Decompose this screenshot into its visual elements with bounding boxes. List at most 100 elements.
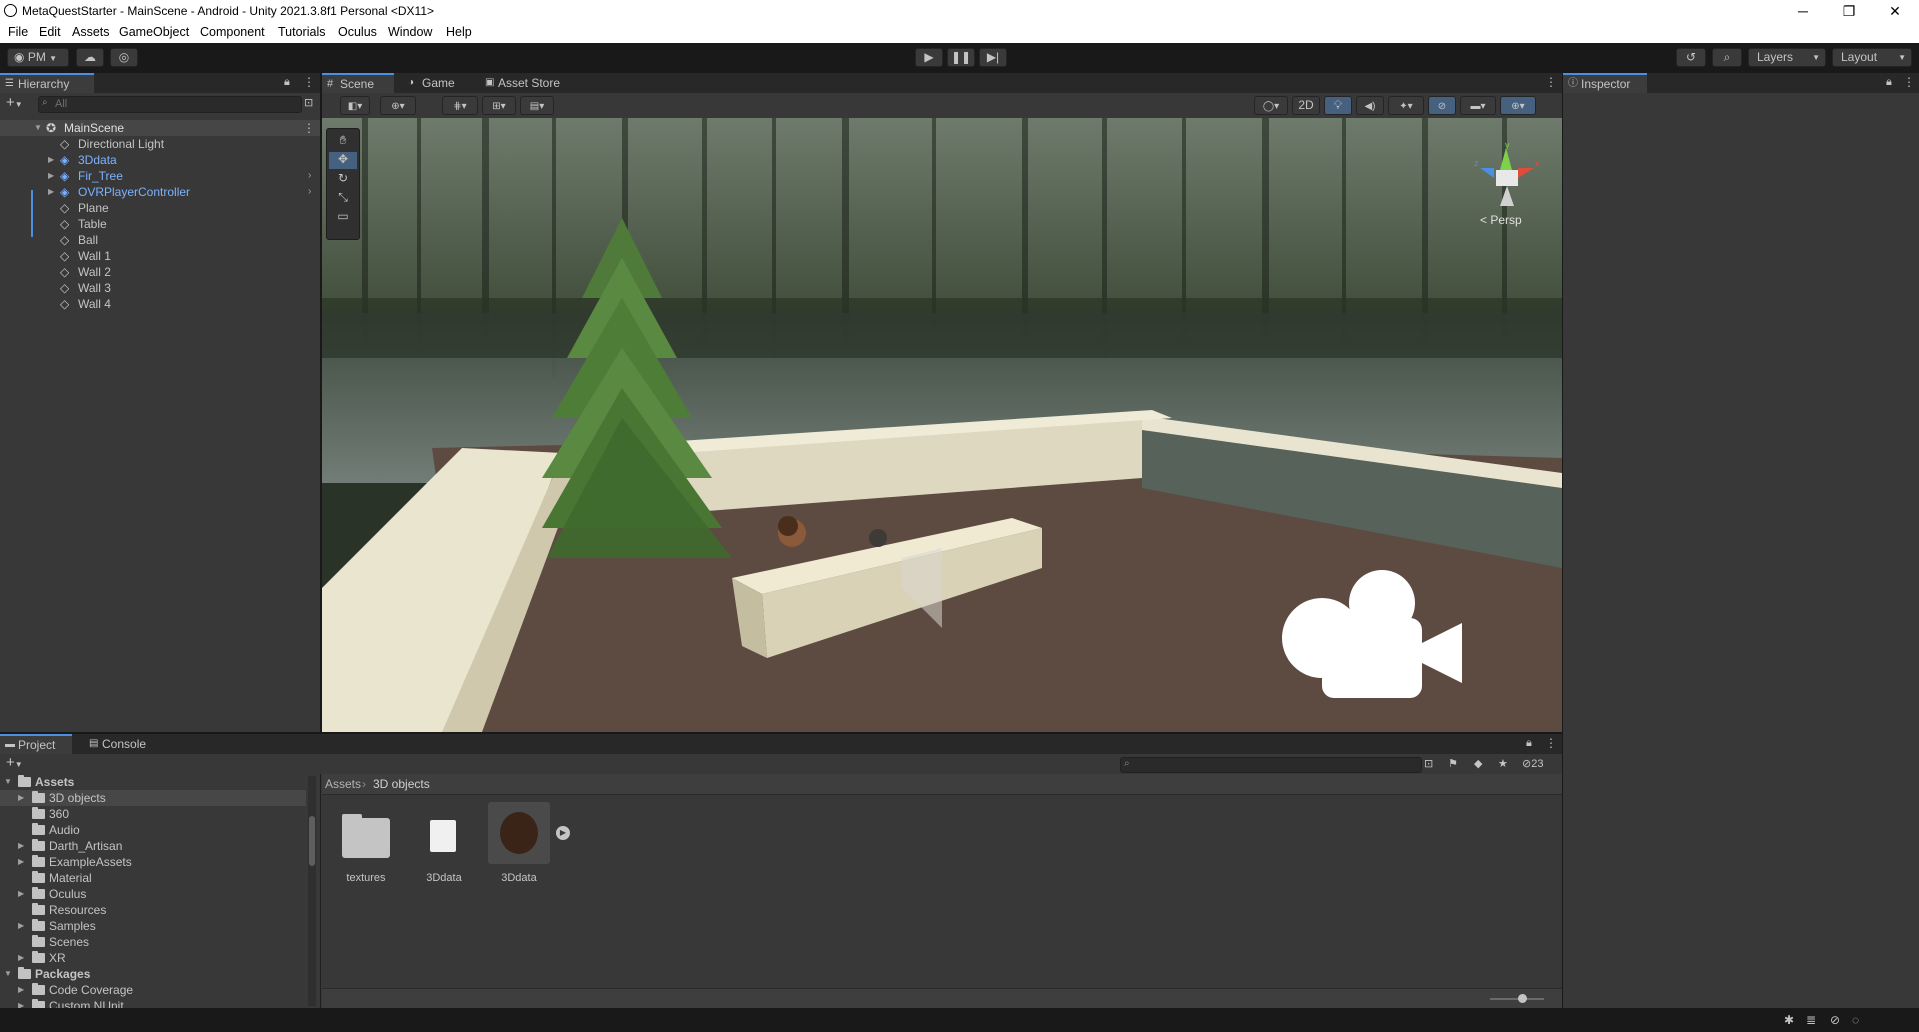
hand-tool[interactable]: ✋︎ [329,133,357,150]
pause-button[interactable]: ❚❚ [947,48,975,67]
gizmo-y-label[interactable]: y [1505,140,1510,150]
add-object-button[interactable]: +▼ [6,94,23,111]
gizmos-dropdown[interactable]: ⊕▾ [1500,96,1536,115]
layers-dropdown[interactable]: Layers ▼ [1748,48,1826,67]
more-options-icon[interactable]: ⋮ [303,75,315,89]
more-options-icon[interactable]: ⋮ [1903,75,1915,89]
more-options-icon[interactable]: ⋮ [1545,736,1557,750]
project-tree-item[interactable]: ▶ 3D objects [0,790,306,806]
minimize-button[interactable]: ─ [1781,0,1825,22]
background-task-icon[interactable]: ◌ [1852,1013,1859,1027]
maximize-button[interactable]: ❐ [1827,0,1871,22]
scale-tool[interactable]: ⤡ [329,190,357,207]
scene-menu-icon[interactable]: ⋮ [303,120,315,136]
project-tree-item[interactable]: Audio [0,822,306,838]
asset-3ddata-material[interactable]: 3Ddata [412,810,472,884]
expand-arrow-icon[interactable]: ▶ [18,982,24,998]
filter-by-type-icon[interactable]: ⚑ [1448,757,1458,770]
tab-inspector[interactable]: ⓘ Inspector [1563,73,1647,93]
hierarchy-item[interactable]: ◇ Directional Light [0,136,320,152]
draw-mode-dropdown[interactable]: ◧▾ [340,96,370,115]
project-tree-item[interactable]: ▶ Darth_Artisan [0,838,306,854]
hierarchy-item[interactable]: ◇ Wall 3 [0,280,320,296]
toggle-2d-button[interactable]: 2D [1292,96,1320,115]
asset-3ddata-model[interactable]: ▶ 3Ddata [488,802,570,884]
scene-visibility-icon[interactable]: ⊡ [304,96,313,109]
hierarchy-item[interactable]: ◇ Ball [0,232,320,248]
hierarchy-item[interactable]: ▶ ◈ 3Ddata [0,152,320,168]
expand-arrow-icon[interactable]: ▶ [18,918,24,934]
hierarchy-item[interactable]: ▶ ◈ Fir_Tree › [0,168,320,184]
breadcrumb-assets[interactable]: Assets [325,777,361,791]
audio-toggle[interactable]: ◀) [1356,96,1384,115]
expand-arrow-icon[interactable]: ▶ [18,950,24,966]
zoom-slider-thumb[interactable] [1518,994,1527,1003]
tab-asset-store[interactable]: ▣ Asset Store [480,73,580,93]
rect-tool[interactable]: ▭ [329,209,357,226]
hierarchy-item[interactable]: ▶ ◈ OVRPlayerController › [0,184,320,200]
project-tree-item[interactable]: ▶ Samples [0,918,306,934]
move-tool[interactable]: ✥ [329,152,357,169]
step-button[interactable]: ▶| [979,48,1007,67]
tree-scrollbar[interactable] [308,776,316,1006]
asset-textures-folder[interactable]: textures [334,810,394,884]
global-local-dropdown[interactable]: ⊕▾ [380,96,416,115]
more-options-icon[interactable]: ⋮ [1545,75,1557,89]
project-tree-item[interactable]: ▶ Oculus [0,886,306,902]
tab-console[interactable]: ▤ Console [84,734,164,754]
expand-arrow-icon[interactable]: ▶ [48,168,54,184]
rotate-tool[interactable]: ↻ [329,171,357,188]
auto-generate-lighting-icon[interactable]: ⊘ [1830,1013,1840,1027]
snap-increment-dropdown[interactable]: ⊞▾ [482,96,516,115]
shading-dropdown[interactable]: ◯▾ [1254,96,1288,115]
close-button[interactable]: ✕ [1873,0,1917,22]
expand-arrow-icon[interactable]: ▶ [18,886,24,902]
breadcrumb-current[interactable]: 3D objects [373,777,430,791]
open-prefab-icon[interactable]: › [308,184,311,200]
collab-button[interactable]: ◎ [110,48,138,67]
zoom-slider[interactable] [1490,998,1544,1000]
hierarchy-item[interactable]: ◇ Wall 1 [0,248,320,264]
expand-arrow-icon[interactable]: ▼ [4,966,12,982]
cache-server-icon[interactable]: ≣ [1806,1013,1816,1027]
project-tree-item[interactable]: Resources [0,902,306,918]
hierarchy-item[interactable]: ◇ Plane [0,200,320,216]
camera-settings-dropdown[interactable]: ▬▾ [1460,96,1496,115]
splitter[interactable] [320,774,321,1008]
tab-hierarchy[interactable]: ☰ Hierarchy [0,73,94,93]
project-tree-item[interactable]: ▼ Assets [0,774,306,790]
hidden-packages-toggle[interactable]: ⊘23 [1522,757,1543,770]
lock-icon[interactable]: 🔒︎ [284,76,290,89]
project-tree-item[interactable]: 360 [0,806,306,822]
project-tree-item[interactable]: ▶ ExampleAssets [0,854,306,870]
expand-arrow-icon[interactable]: ▶ [18,838,24,854]
expand-arrow-icon[interactable]: ▶ [48,152,54,168]
tab-project[interactable]: ▬ Project [0,734,72,754]
menu-file[interactable]: File [8,25,28,39]
project-search-input[interactable]: ⌕ [1120,757,1422,773]
projection-label[interactable]: < Persp [1480,213,1522,227]
project-tree-item[interactable]: ▼ Packages [0,966,306,982]
menu-component[interactable]: Component [200,25,265,39]
menu-assets[interactable]: Assets [72,25,110,39]
effects-dropdown[interactable]: ✦▾ [1388,96,1424,115]
grid-visibility-dropdown[interactable]: ▤▾ [520,96,554,115]
expand-arrow-icon[interactable]: ▶ [18,790,24,806]
lock-icon[interactable]: 🔒︎ [1526,737,1532,750]
hierarchy-item[interactable]: ◇ Table [0,216,320,232]
tab-game[interactable]: ◑ Game [404,73,474,93]
label-filter-icon[interactable]: ◆ [1474,757,1482,770]
hierarchy-scene-row[interactable]: ▼ ✪ MainScene ⋮ [0,120,320,136]
menu-window[interactable]: Window [388,25,432,39]
play-button[interactable]: ▶ [915,48,943,67]
favorite-star-icon[interactable]: ★ [1498,757,1508,770]
search-by-type-icon[interactable]: ⊡ [1424,757,1433,770]
expand-arrow-icon[interactable]: ▼ [4,774,12,790]
grid-snap-dropdown[interactable]: ⋕▾ [442,96,478,115]
account-dropdown[interactable]: ◉ PM ▼ [7,48,69,67]
lighting-toggle[interactable]: 💡︎ [1324,96,1352,115]
expand-arrow-icon[interactable]: ▶ [18,854,24,870]
undo-history-button[interactable]: ↺ [1676,48,1706,67]
project-tree-item[interactable]: Material [0,870,306,886]
menu-gameobject[interactable]: GameObject [119,25,189,39]
